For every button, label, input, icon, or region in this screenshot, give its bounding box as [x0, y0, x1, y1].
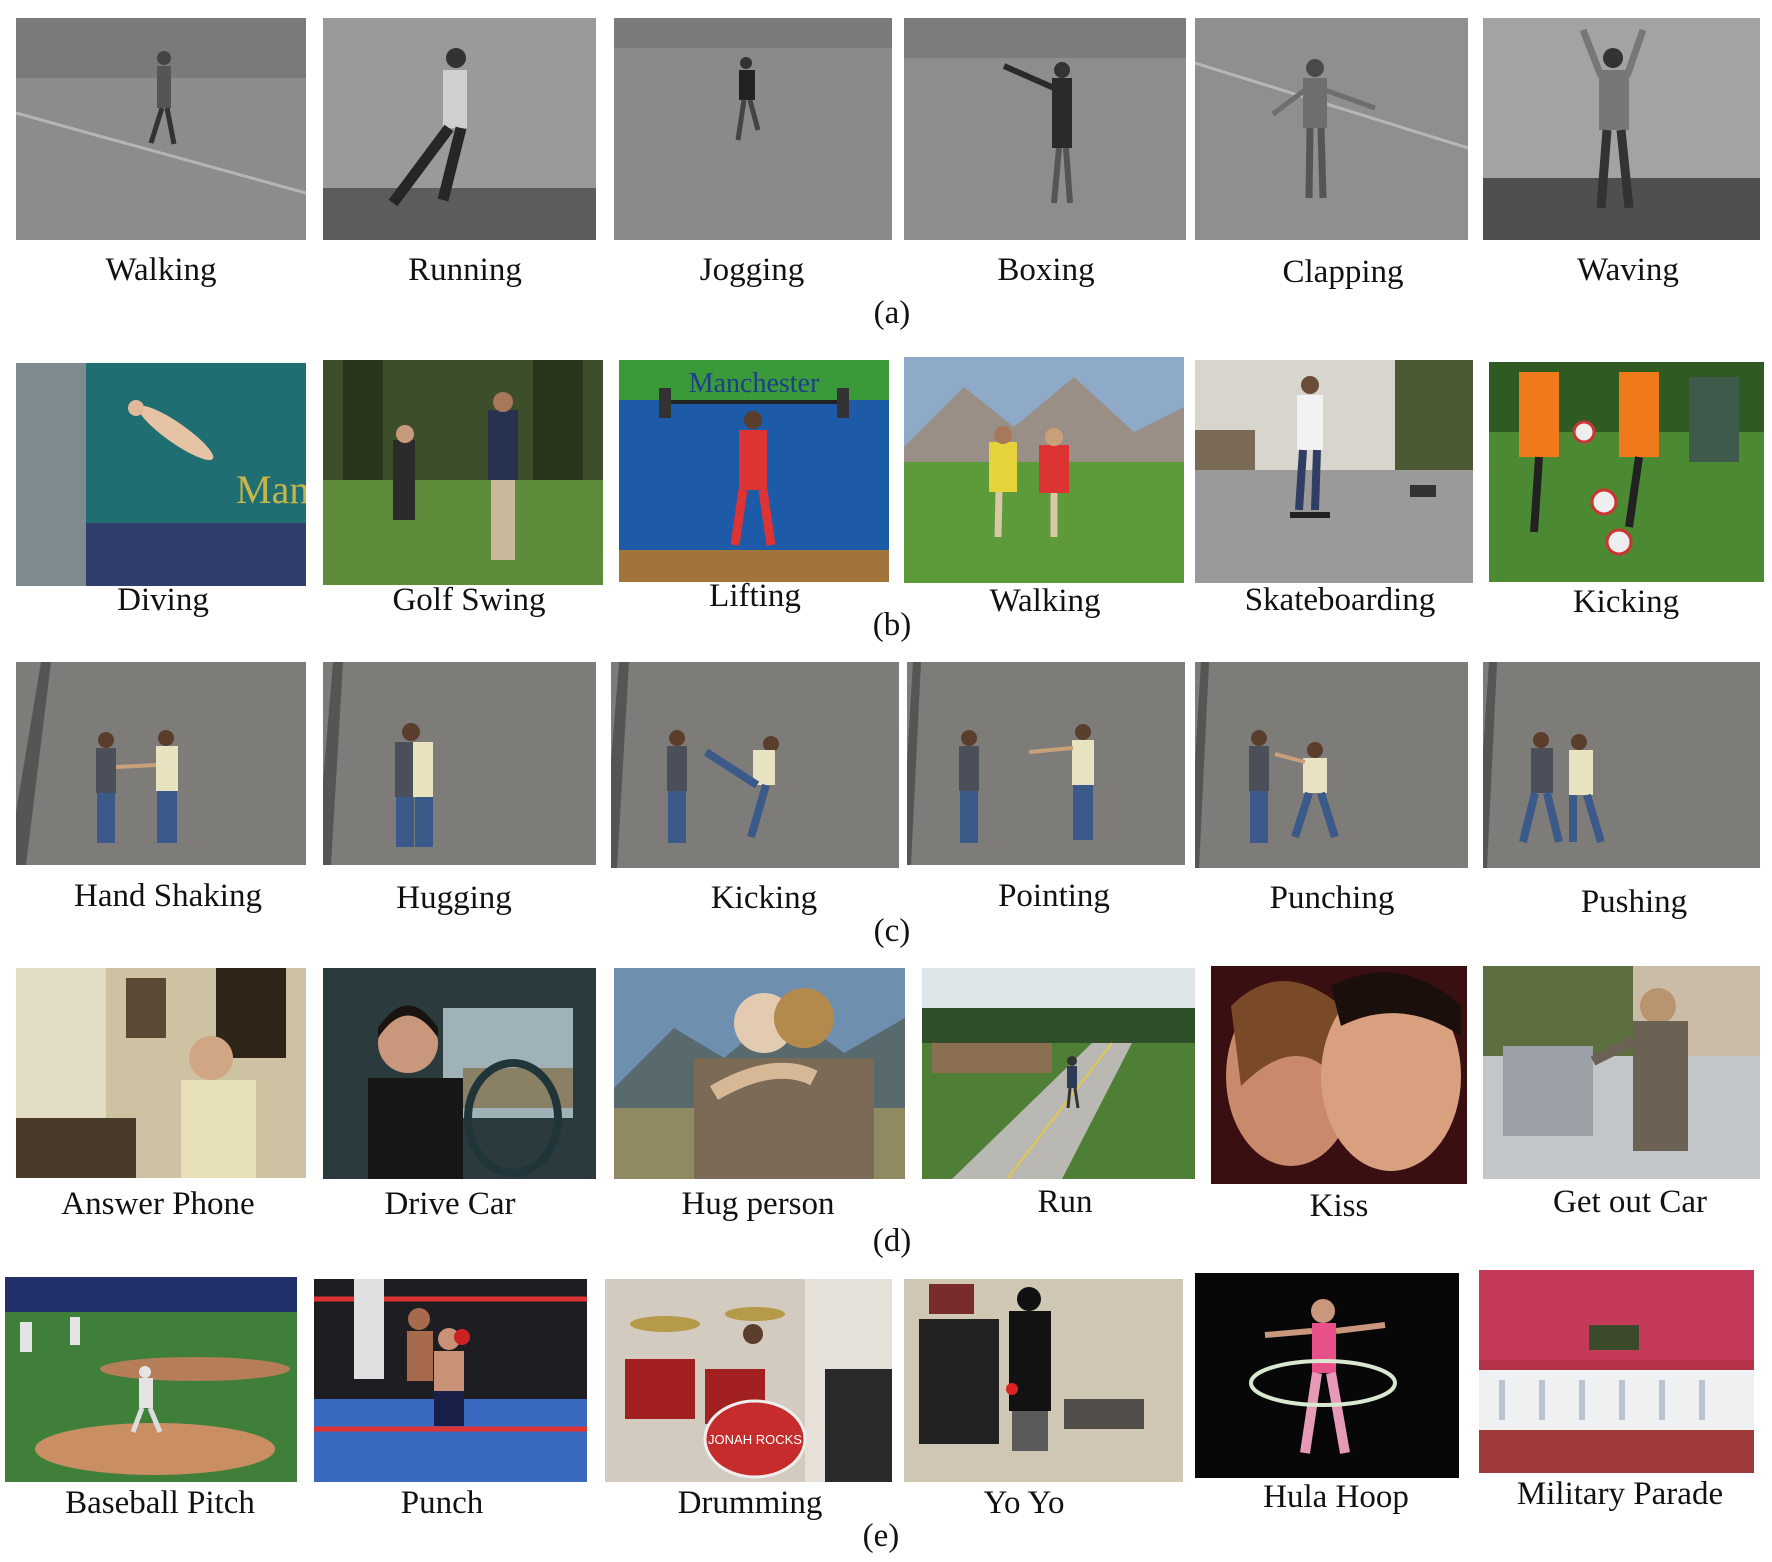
caption-run: Run — [1037, 1184, 1093, 1220]
drum-logo-text: JONAH ROCKS — [708, 1432, 802, 1447]
caption-hula-hoop: Hula Hoop — [1263, 1479, 1409, 1515]
caption-punching: Punching — [1269, 880, 1395, 916]
caption-clapping: Clapping — [1282, 254, 1404, 290]
subfigure-label-d: (d) — [872, 1223, 912, 1259]
ucf-diving-frame: Manc — [16, 363, 306, 586]
ucf-walking-frame — [904, 357, 1184, 583]
caption-kicking-c: Kicking — [710, 880, 818, 916]
caption-diving: Diving — [117, 582, 209, 618]
hollywood-drive-car-frame — [323, 968, 596, 1179]
caption-walking: Walking — [105, 252, 217, 288]
caption-boxing: Boxing — [997, 252, 1095, 288]
ucf-lifting-frame: Manchester — [619, 360, 889, 582]
svg-text:Manc: Manc — [236, 467, 306, 512]
subfigure-label-c: (c) — [873, 913, 911, 949]
subfigure-label-a: (a) — [873, 295, 911, 331]
kth-walking-frame — [16, 18, 306, 240]
ucf101-baseball-pitch-frame — [5, 1277, 297, 1482]
caption-lifting: Lifting — [709, 578, 801, 614]
ucf101-yo-yo-frame — [904, 1279, 1183, 1482]
ut-hand-shaking-frame — [16, 662, 306, 865]
caption-hugging: Hugging — [396, 880, 512, 916]
caption-running: Running — [408, 252, 522, 288]
ucf101-hula-hoop-frame — [1195, 1273, 1459, 1478]
caption-military-parade: Military Parade — [1516, 1476, 1724, 1512]
kth-running-frame — [323, 18, 596, 240]
kth-waving-frame — [1483, 18, 1760, 240]
caption-kiss: Kiss — [1309, 1188, 1369, 1224]
caption-walking-b: Walking — [989, 583, 1101, 619]
hollywood-get-out-car-frame — [1483, 966, 1760, 1179]
caption-yo-yo: Yo Yo — [983, 1485, 1065, 1521]
caption-pushing: Pushing — [1580, 884, 1688, 920]
caption-waving: Waving — [1577, 252, 1679, 288]
hollywood-hug-person-frame — [614, 968, 905, 1179]
caption-skateboarding: Skateboarding — [1244, 582, 1436, 618]
lifting-banner-text: Manchester — [689, 368, 820, 399]
ut-pointing-frame — [907, 662, 1185, 865]
hollywood-kiss-frame — [1211, 966, 1467, 1184]
subfigure-label-e: (e) — [862, 1518, 900, 1554]
caption-hug-person: Hug person — [681, 1186, 835, 1222]
caption-drive-car: Drive Car — [384, 1186, 516, 1222]
ut-kicking-frame — [611, 662, 899, 868]
ucf101-punch-frame — [314, 1279, 587, 1482]
ucf-golf-swing-frame — [323, 360, 603, 585]
caption-hand-shaking: Hand Shaking — [74, 878, 262, 914]
ut-pushing-frame — [1483, 662, 1760, 868]
caption-answer-phone: Answer Phone — [61, 1186, 255, 1222]
ucf-kicking-frame — [1489, 362, 1764, 582]
subfigure-label-b: (b) — [872, 607, 912, 643]
caption-golf-swing: Golf Swing — [392, 582, 546, 618]
caption-jogging: Jogging — [699, 252, 805, 288]
ut-hugging-frame — [323, 662, 596, 865]
caption-pointing: Pointing — [998, 878, 1110, 914]
kth-boxing-frame — [904, 18, 1186, 240]
ut-punching-frame — [1195, 662, 1468, 868]
caption-get-out-car: Get out Car — [1553, 1184, 1707, 1220]
hollywood-answer-phone-frame — [16, 968, 306, 1178]
kth-jogging-frame — [614, 18, 892, 240]
kth-clapping-frame — [1195, 18, 1468, 240]
caption-drumming: Drumming — [677, 1485, 823, 1521]
caption-baseball-pitch: Baseball Pitch — [65, 1485, 255, 1521]
caption-kicking: Kicking — [1572, 584, 1680, 620]
hollywood-run-frame — [922, 968, 1195, 1179]
ucf101-drumming-frame: JONAH ROCKS — [605, 1279, 892, 1482]
caption-punch: Punch — [400, 1485, 484, 1521]
ucf101-military-parade-frame — [1479, 1270, 1754, 1473]
ucf-skateboarding-frame — [1195, 360, 1473, 583]
